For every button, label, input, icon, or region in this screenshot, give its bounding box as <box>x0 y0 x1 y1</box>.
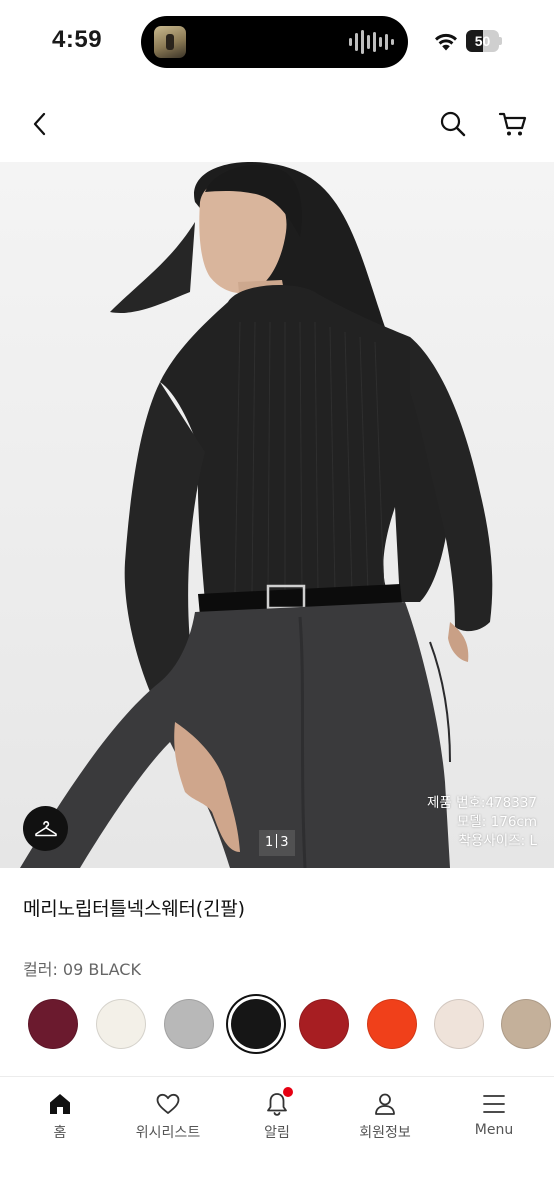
product-number: 제품 번호:478337 <box>426 795 537 811</box>
top-navigation <box>0 84 554 162</box>
swatch-beige[interactable] <box>501 999 551 1049</box>
status-time: 4:59 <box>52 26 103 53</box>
dynamic-island[interactable] <box>141 16 408 68</box>
back-button[interactable] <box>20 104 60 144</box>
swatch-gray[interactable] <box>164 999 214 1049</box>
user-icon <box>375 1093 395 1115</box>
audio-waveform-icon <box>349 30 394 54</box>
product-name: 메리노립터틀넥스웨터(긴팔) <box>23 898 245 920</box>
now-playing-artwork <box>154 26 186 58</box>
tab-wishlist-label: 위시리스트 <box>135 1125 201 1141</box>
swatch-orange[interactable] <box>367 999 417 1049</box>
tab-wishlist[interactable]: 위시리스트 <box>118 1089 218 1149</box>
notification-badge <box>283 1087 293 1097</box>
cart-button[interactable] <box>493 104 533 144</box>
tab-notifications-label: 알림 <box>264 1125 290 1141</box>
tab-member-info-label: 회원정보 <box>359 1125 411 1141</box>
battery-indicator: 50 <box>466 30 502 52</box>
menu-icon <box>483 1095 505 1113</box>
tab-menu[interactable]: Menu <box>444 1089 544 1149</box>
product-photo <box>20 162 493 868</box>
tab-home[interactable]: 홈 <box>10 1089 110 1149</box>
bottom-tab-bar: 홈 위시리스트 알림 회원정보 Menu <box>0 1076 554 1200</box>
product-image-carousel[interactable]: 제품 번호:478337 모델: 176cm 착용사이즈: L 13 <box>0 162 554 868</box>
swatch-red[interactable] <box>299 999 349 1049</box>
image-pager: 13 <box>259 830 295 856</box>
swatch-wine[interactable] <box>28 999 78 1049</box>
search-icon <box>440 111 466 137</box>
battery-level: 50 <box>474 33 491 49</box>
tab-notifications[interactable]: 알림 <box>227 1087 327 1149</box>
model-height: 모델: 176cm <box>456 814 537 830</box>
search-button[interactable] <box>433 104 473 144</box>
tab-home-label: 홈 <box>53 1125 67 1141</box>
home-icon <box>50 1094 70 1114</box>
cart-icon <box>498 112 527 136</box>
pager-total: 3 <box>280 835 289 850</box>
selected-color-label: 컬러: 09 BLACK <box>23 960 141 979</box>
chevron-left-icon <box>33 112 46 136</box>
swatch-off-white[interactable] <box>96 999 146 1049</box>
swatch-black[interactable] <box>231 999 281 1049</box>
model-info: 제품 번호:478337 모델: 176cm 착용사이즈: L <box>427 794 537 851</box>
try-on-button[interactable] <box>23 806 68 851</box>
status-bar: 4:59 50 <box>0 0 554 84</box>
model-size: 착용사이즈: L <box>458 833 537 849</box>
wifi-icon <box>435 33 457 51</box>
heart-icon <box>156 1093 180 1114</box>
tab-member-info[interactable]: 회원정보 <box>335 1089 435 1149</box>
swatch-light-pink[interactable] <box>434 999 484 1049</box>
tab-menu-label: Menu <box>474 1122 514 1138</box>
color-swatches <box>0 994 554 1060</box>
pager-current: 1 <box>265 835 274 850</box>
hanger-icon <box>34 820 57 836</box>
